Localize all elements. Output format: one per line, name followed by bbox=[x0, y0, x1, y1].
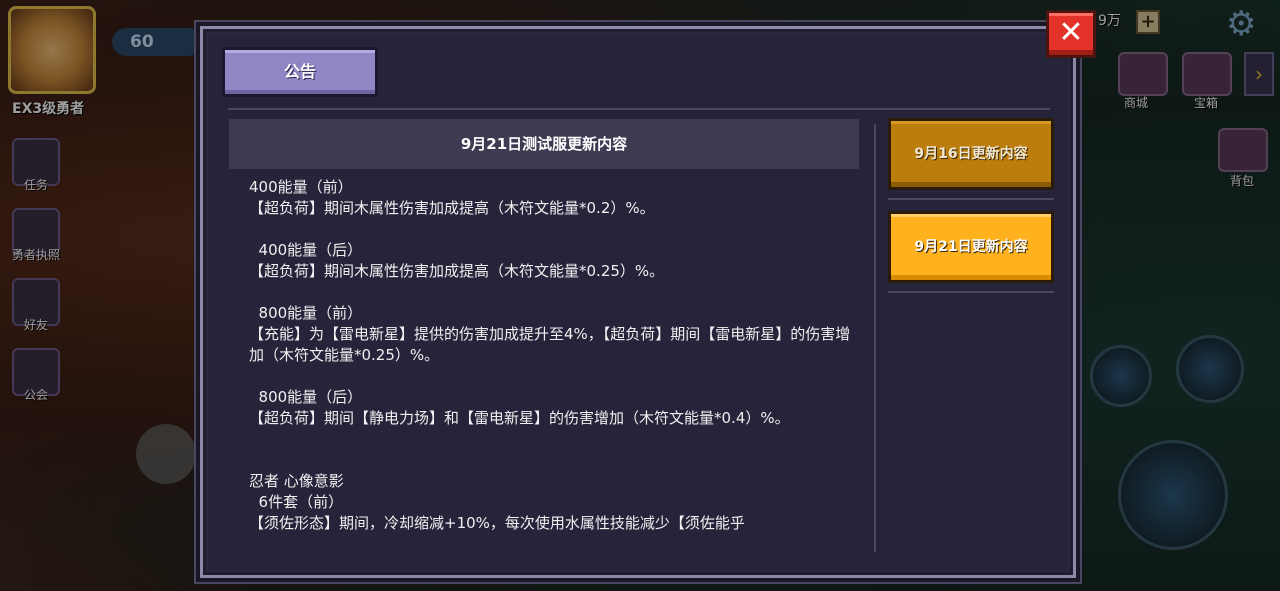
announcement-content[interactable]: 9月21日测试服更新内容 400能量（前） 【超负荷】期间木属性伤害加成提高（木… bbox=[229, 119, 859, 564]
list-divider bbox=[888, 291, 1054, 293]
list-item-sep21[interactable]: 9月21日更新内容 bbox=[888, 211, 1054, 283]
list-divider bbox=[888, 198, 1054, 200]
tab-announcement[interactable]: 公告 bbox=[222, 47, 378, 97]
header-divider bbox=[228, 108, 1050, 110]
list-item-sep16[interactable]: 9月16日更新内容 bbox=[888, 118, 1054, 190]
content-title: 9月21日测试服更新内容 bbox=[229, 119, 859, 169]
content-text: 400能量（前） 【超负荷】期间木属性伤害加成提高（木符文能量*0.2）%。 4… bbox=[249, 178, 851, 532]
close-button[interactable]: ✕ bbox=[1046, 10, 1096, 58]
vertical-divider bbox=[874, 124, 876, 552]
